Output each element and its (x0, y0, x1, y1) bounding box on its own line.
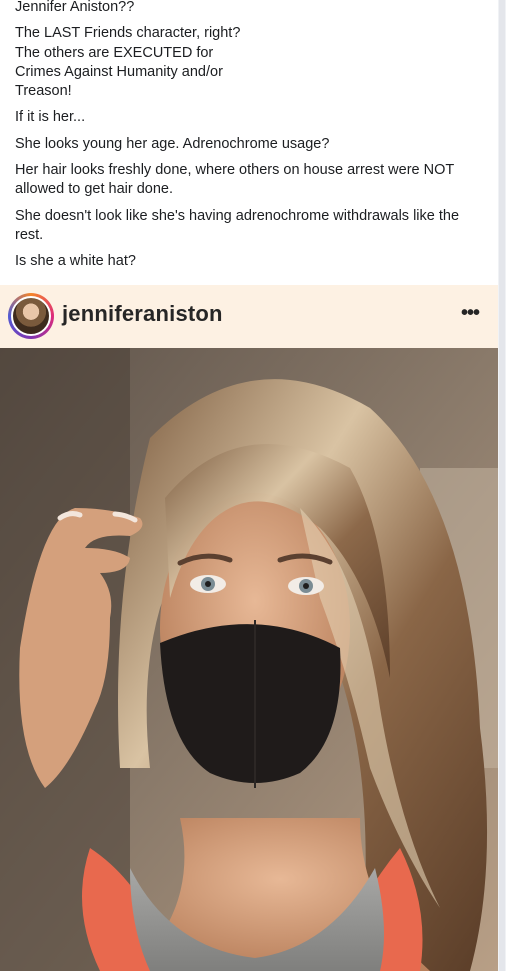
post-paragraph: If it is her... (15, 109, 86, 126)
instagram-embed[interactable]: jenniferaniston ••• (0, 285, 498, 971)
post-paragraph: She doesn't look like she's having adren… (15, 207, 460, 243)
scrollbar[interactable] (498, 0, 506, 971)
scrollbar-thumb[interactable] (499, 0, 505, 971)
post-photo[interactable] (0, 348, 498, 971)
post-paragraph: She looks young her age. Adrenochrome us… (15, 135, 330, 152)
selfie-photo (0, 348, 498, 971)
post-paragraph: Her hair looks freshly done, where other… (15, 162, 454, 198)
post-paragraph: Jennifer Aniston?? (15, 0, 135, 15)
post-paragraph: Is she a white hat? (15, 253, 136, 270)
avatar[interactable] (8, 293, 54, 339)
post-paragraph: The LAST Friends character, right? The o… (15, 25, 241, 100)
profile-avatar-icon (11, 296, 51, 336)
instagram-username[interactable]: jenniferaniston (62, 301, 223, 327)
facebook-post: Jennifer Aniston?? The LAST Friends char… (0, 0, 498, 971)
post-body: Jennifer Aniston?? The LAST Friends char… (15, 0, 485, 279)
more-horizontal-icon[interactable]: ••• (460, 303, 480, 323)
instagram-header: jenniferaniston ••• (0, 285, 498, 348)
